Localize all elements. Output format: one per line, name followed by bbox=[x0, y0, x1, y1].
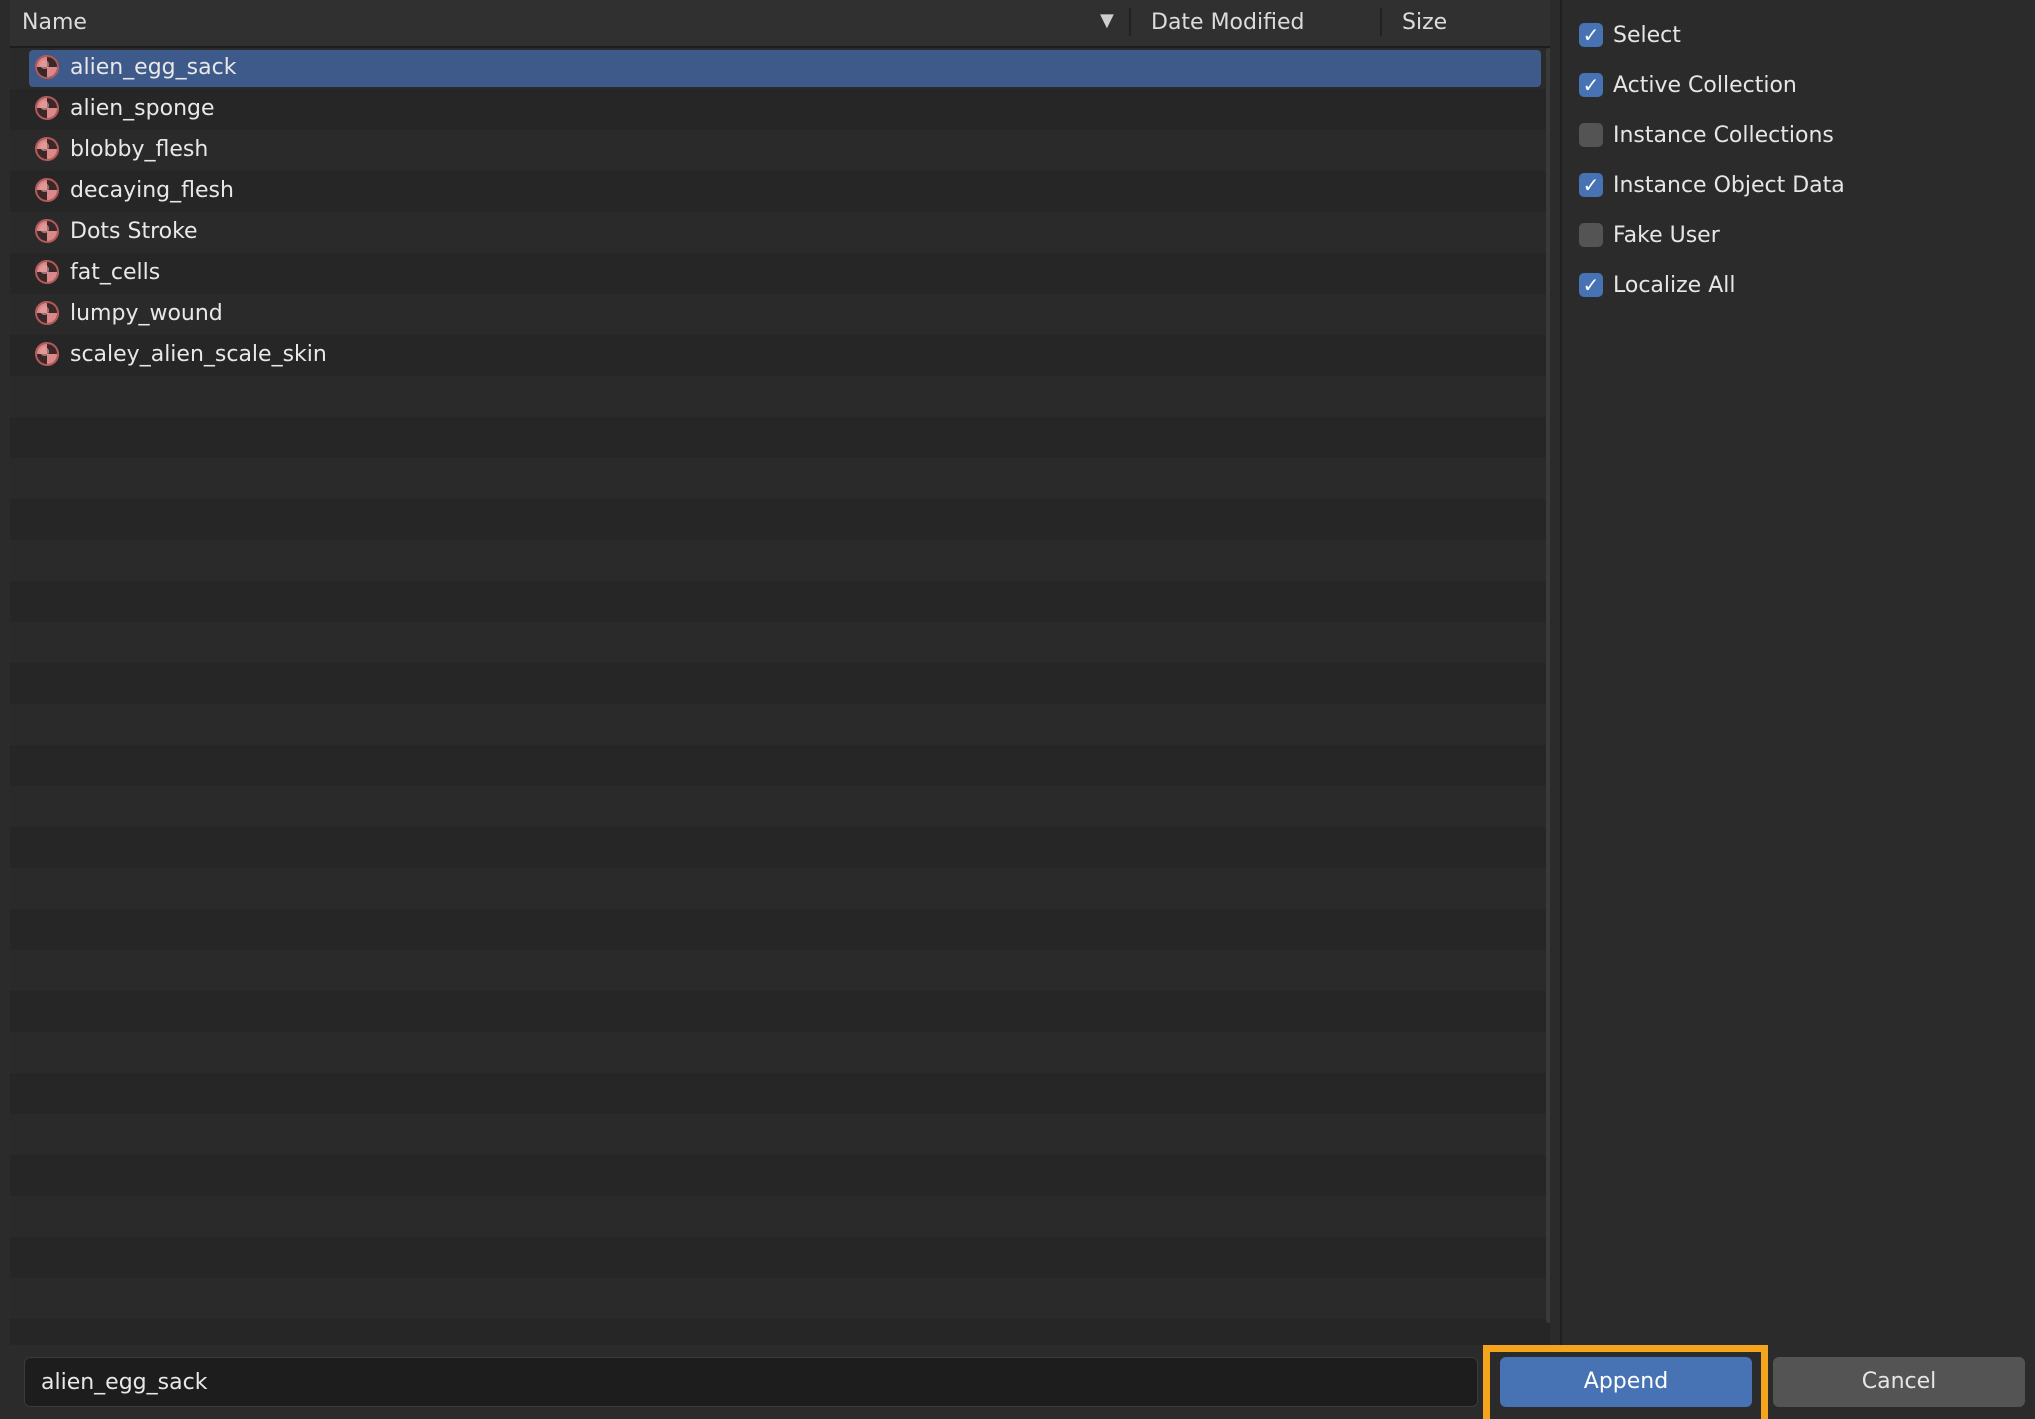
option-localize-all[interactable]: ✓ Localize All bbox=[1579, 268, 1735, 302]
list-row-background bbox=[10, 827, 1550, 868]
file-item-label: blobby_flesh bbox=[70, 137, 209, 162]
option-instance-object-data[interactable]: ✓ Instance Object Data bbox=[1579, 168, 1845, 202]
list-row-background bbox=[10, 376, 1550, 417]
list-row-background bbox=[10, 1114, 1550, 1155]
filename-input[interactable] bbox=[24, 1357, 1478, 1407]
file-item[interactable]: blobby_flesh bbox=[29, 132, 1541, 169]
file-list-pane: Name ▼ Date Modified Size alien_egg_sack… bbox=[10, 0, 1550, 1345]
list-row-background bbox=[10, 868, 1550, 909]
checkbox[interactable]: ✓ bbox=[1579, 173, 1603, 197]
column-divider[interactable] bbox=[1380, 8, 1382, 36]
list-row-background bbox=[10, 991, 1550, 1032]
material-icon bbox=[35, 342, 59, 366]
file-item-label: decaying_flesh bbox=[70, 178, 234, 203]
bottom-bar: Append Cancel bbox=[0, 1345, 2035, 1419]
checkmark-icon: ✓ bbox=[1582, 173, 1600, 197]
material-icon bbox=[35, 96, 59, 120]
list-row-background bbox=[10, 1155, 1550, 1196]
option-label: Fake User bbox=[1613, 222, 1720, 248]
option-select[interactable]: ✓ Select bbox=[1579, 18, 1681, 52]
file-item[interactable]: decaying_flesh bbox=[29, 173, 1541, 210]
checkbox[interactable]: ✓ bbox=[1579, 273, 1603, 297]
option-active-collection[interactable]: ✓ Active Collection bbox=[1579, 68, 1797, 102]
column-header: Name ▼ Date Modified Size bbox=[10, 0, 1550, 48]
checkbox[interactable]: ✓ bbox=[1579, 73, 1603, 97]
list-row-background bbox=[10, 1278, 1550, 1319]
checkbox[interactable]: ✓ bbox=[1579, 23, 1603, 47]
list-row-background bbox=[10, 622, 1550, 663]
options-panel: ✓ Select ✓ Active Collection Instance Collec… bbox=[1563, 0, 2035, 1345]
option-label: Select bbox=[1613, 22, 1681, 48]
list-row-background bbox=[10, 704, 1550, 745]
option-label: Instance Object Data bbox=[1613, 172, 1845, 198]
file-item-label: alien_egg_sack bbox=[70, 55, 237, 80]
list-row-background bbox=[10, 1073, 1550, 1114]
material-icon bbox=[35, 301, 59, 325]
column-date-modified-header[interactable]: Date Modified bbox=[1151, 10, 1304, 35]
file-list: alien_egg_sack alien_sponge blobby_fleshde… bbox=[10, 48, 1550, 1345]
checkbox[interactable] bbox=[1579, 123, 1603, 147]
material-icon bbox=[35, 178, 59, 202]
sort-descending-icon[interactable]: ▼ bbox=[1100, 10, 1114, 31]
cancel-button[interactable]: Cancel bbox=[1773, 1357, 2025, 1407]
file-item[interactable]: alien_egg_sack bbox=[29, 50, 1541, 87]
file-item[interactable]: lumpy_wound bbox=[29, 296, 1541, 333]
option-instance-collections[interactable]: Instance Collections bbox=[1579, 118, 1834, 152]
checkbox[interactable] bbox=[1579, 223, 1603, 247]
column-name-header[interactable]: Name bbox=[22, 10, 87, 35]
file-item[interactable]: alien_sponge bbox=[29, 91, 1541, 128]
list-row-background bbox=[10, 458, 1550, 499]
option-label: Active Collection bbox=[1613, 72, 1797, 98]
material-icon bbox=[35, 260, 59, 284]
list-row-background bbox=[10, 540, 1550, 581]
list-row-background bbox=[10, 581, 1550, 622]
list-row-background bbox=[10, 1032, 1550, 1073]
append-button[interactable]: Append bbox=[1500, 1357, 1752, 1407]
column-size-header[interactable]: Size bbox=[1402, 10, 1447, 35]
checkmark-icon: ✓ bbox=[1582, 273, 1600, 297]
material-icon bbox=[35, 55, 59, 79]
list-row-background bbox=[10, 417, 1550, 458]
file-item[interactable]: scaley_alien_scale_skin bbox=[29, 337, 1541, 374]
list-row-background bbox=[10, 786, 1550, 827]
checkmark-icon: ✓ bbox=[1582, 23, 1600, 47]
option-label: Localize All bbox=[1613, 272, 1736, 298]
list-row-background bbox=[10, 499, 1550, 540]
option-fake-user[interactable]: Fake User bbox=[1579, 218, 1720, 252]
list-row-background bbox=[10, 1319, 1550, 1345]
file-item-label: alien_sponge bbox=[70, 96, 215, 121]
column-divider[interactable] bbox=[1129, 8, 1131, 36]
list-row-background bbox=[10, 745, 1550, 786]
material-icon bbox=[35, 219, 59, 243]
checkmark-icon: ✓ bbox=[1582, 73, 1600, 97]
option-label: Instance Collections bbox=[1613, 122, 1834, 148]
material-icon bbox=[35, 137, 59, 161]
list-row-background bbox=[10, 950, 1550, 991]
file-item-label: fat_cells bbox=[70, 260, 161, 285]
file-item[interactable]: fat_cells bbox=[29, 255, 1541, 292]
panel-divider[interactable] bbox=[1560, 0, 1562, 1345]
file-list-scrollbar[interactable] bbox=[1546, 48, 1550, 1323]
append-file-browser: Name ▼ Date Modified Size alien_egg_sack… bbox=[0, 0, 2035, 1419]
list-row-background bbox=[10, 663, 1550, 704]
list-row-background bbox=[10, 1196, 1550, 1237]
list-row-background bbox=[10, 909, 1550, 950]
file-item-label: scaley_alien_scale_skin bbox=[70, 342, 327, 367]
file-item-label: Dots Stroke bbox=[70, 219, 198, 244]
file-item-label: lumpy_wound bbox=[70, 301, 223, 326]
list-row-background bbox=[10, 1237, 1550, 1278]
file-item[interactable]: Dots Stroke bbox=[29, 214, 1541, 251]
